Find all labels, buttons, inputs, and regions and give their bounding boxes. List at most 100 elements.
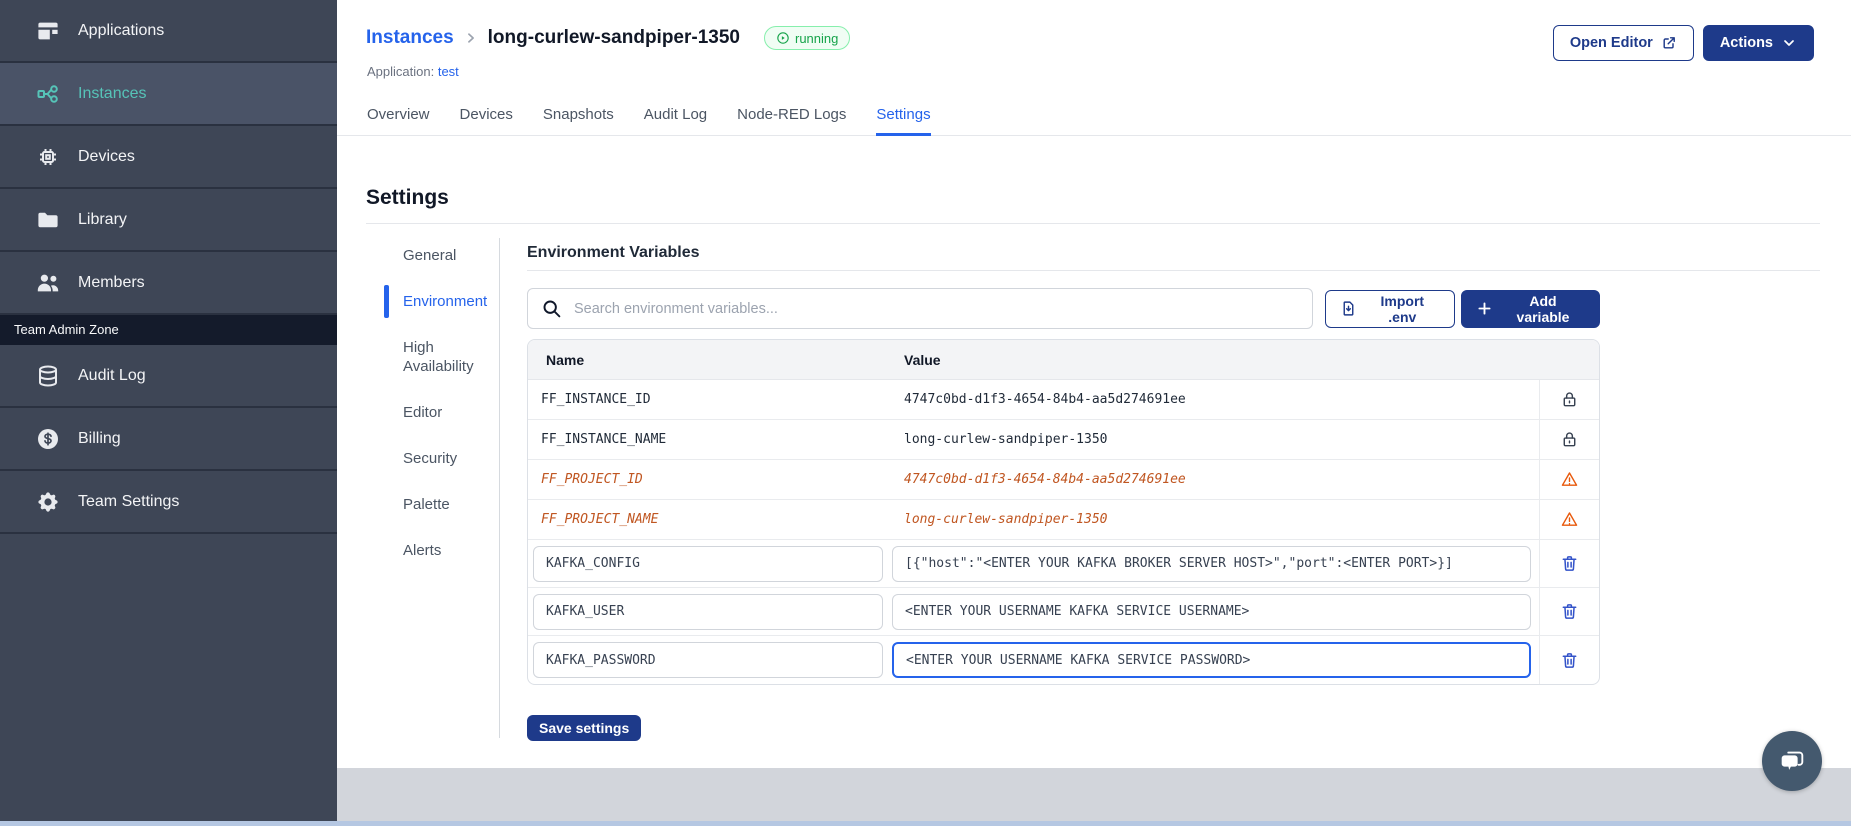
settings-nav: General Environment High Availability Ed… <box>384 246 496 587</box>
env-var-name: FF_INSTANCE_NAME <box>541 432 667 447</box>
settings-nav-palette[interactable]: Palette <box>384 495 496 514</box>
sidebar-item-devices[interactable]: Devices <box>0 126 337 189</box>
chevron-right-icon <box>464 31 478 45</box>
library-icon <box>36 208 60 232</box>
settings-divider <box>366 223 1820 224</box>
table-row: FF_INSTANCE_NAME long-curlew-sandpiper-1… <box>528 420 1599 460</box>
settings-nav-environment[interactable]: Environment <box>384 285 496 318</box>
breadcrumb: Instances long-curlew-sandpiper-1350 run… <box>366 26 851 50</box>
sidebar-item-library[interactable]: Library <box>0 189 337 252</box>
table-row <box>528 540 1599 588</box>
env-variables-table: Name Value FF_INSTANCE_ID 4747c0bd-d1f3-… <box>527 339 1600 685</box>
env-var-value: 4747c0bd-d1f3-4654-84b4-aa5d274691ee <box>904 472 1186 487</box>
sidebar-item-team-settings[interactable]: Team Settings <box>0 471 337 534</box>
search-icon <box>543 300 561 318</box>
env-var-value-input-focused[interactable] <box>892 642 1531 678</box>
sidebar-item-billing[interactable]: Billing <box>0 408 337 471</box>
header-actions: Open Editor Actions <box>1552 25 1814 61</box>
lock-icon <box>1563 392 1576 407</box>
tab-snapshots[interactable]: Snapshots <box>543 106 614 136</box>
breadcrumb-instances-link[interactable]: Instances <box>366 27 454 49</box>
billing-icon <box>36 427 60 451</box>
main-area: Instances long-curlew-sandpiper-1350 run… <box>337 0 1851 826</box>
chevron-down-icon <box>1784 40 1794 46</box>
env-var-name: FF_INSTANCE_ID <box>541 392 651 407</box>
team-settings-icon <box>36 490 60 514</box>
table-header: Name Value <box>528 340 1599 380</box>
tab-audit-log[interactable]: Audit Log <box>644 106 707 136</box>
tab-settings[interactable]: Settings <box>876 106 931 136</box>
table-row: FF_INSTANCE_ID 4747c0bd-d1f3-4654-84b4-a… <box>528 380 1599 420</box>
table-row: FF_PROJECT_ID 4747c0bd-d1f3-4654-84b4-aa… <box>528 460 1599 500</box>
env-var-name-input[interactable] <box>533 593 883 630</box>
play-circle-icon <box>777 32 789 44</box>
status-badge: running <box>764 26 851 50</box>
env-var-name-input[interactable] <box>533 642 883 678</box>
document-download-icon <box>1343 301 1354 316</box>
settings-nav-security[interactable]: Security <box>384 449 496 468</box>
table-row: FF_PROJECT_NAME long-curlew-sandpiper-13… <box>528 500 1599 540</box>
trash-icon[interactable] <box>1560 651 1579 670</box>
app-window: Applications Instances Devices Library M… <box>0 0 1851 826</box>
env-var-value: long-curlew-sandpiper-1350 <box>904 432 1108 447</box>
settings-nav-high-availability[interactable]: High Availability <box>384 338 496 376</box>
settings-nav-divider <box>499 238 500 738</box>
env-var-value-input[interactable] <box>892 593 1531 630</box>
chat-bubble-icon <box>1781 751 1804 770</box>
warning-icon <box>1561 472 1578 486</box>
actions-button[interactable]: Actions <box>1702 25 1814 61</box>
env-var-name: FF_PROJECT_ID <box>541 472 643 487</box>
save-settings-button[interactable]: Save settings <box>527 715 642 741</box>
sidebar-item-audit-log[interactable]: Audit Log <box>0 345 337 408</box>
sidebar-item-instances[interactable]: Instances <box>0 63 337 126</box>
search-box <box>527 288 1313 329</box>
tab-overview[interactable]: Overview <box>367 106 430 136</box>
instances-icon <box>36 82 60 106</box>
add-variable-label: Add variable <box>1516 292 1570 325</box>
tab-node-red-logs[interactable]: Node-RED Logs <box>737 106 846 136</box>
settings-nav-editor[interactable]: Editor <box>384 403 496 422</box>
window-bottom-edge <box>0 821 1851 826</box>
sidebar-item-label: Members <box>78 273 145 291</box>
sidebar-item-label: Applications <box>78 21 165 39</box>
external-link-icon <box>1663 37 1675 49</box>
chat-widget-button[interactable] <box>1762 731 1822 791</box>
add-variable-button[interactable]: Add variable <box>1461 289 1600 328</box>
trash-icon[interactable] <box>1560 554 1579 573</box>
team-admin-zone-header: Team Admin Zone <box>0 315 337 345</box>
section-title: Environment Variables <box>527 244 700 261</box>
env-controls: Import .env Add variable <box>527 288 1600 329</box>
application-label: Application: <box>367 64 435 79</box>
actions-label: Actions <box>1719 35 1773 51</box>
sidebar-item-label: Library <box>78 210 127 228</box>
environment-section: Environment Variables Import .env Add va… <box>527 244 1820 741</box>
sidebar-item-label: Devices <box>78 147 135 165</box>
open-editor-button[interactable]: Open Editor <box>1552 25 1694 61</box>
tab-devices[interactable]: Devices <box>460 106 513 136</box>
settings-nav-general[interactable]: General <box>384 246 496 265</box>
env-var-value: 4747c0bd-d1f3-4654-84b4-aa5d274691ee <box>904 392 1186 407</box>
page-title: Settings <box>366 186 449 209</box>
audit-log-icon <box>36 364 60 388</box>
table-row <box>528 636 1599 684</box>
application-link[interactable]: test <box>438 64 459 79</box>
warning-icon <box>1561 512 1578 526</box>
footer-band <box>337 768 1851 821</box>
import-env-button[interactable]: Import .env <box>1324 289 1456 328</box>
sidebar-item-label: Billing <box>78 429 121 447</box>
sidebar-item-label: Audit Log <box>78 366 146 384</box>
instance-name: long-curlew-sandpiper-1350 <box>487 27 740 48</box>
devices-icon <box>36 145 60 169</box>
env-var-name-input[interactable] <box>533 545 883 582</box>
env-var-value-input[interactable] <box>892 545 1531 582</box>
settings-nav-alerts[interactable]: Alerts <box>384 541 496 560</box>
env-var-name: FF_PROJECT_NAME <box>541 512 659 527</box>
column-header-name: Name <box>546 351 585 368</box>
trash-icon[interactable] <box>1560 602 1579 621</box>
lock-icon <box>1563 432 1576 447</box>
sidebar-item-members[interactable]: Members <box>0 252 337 315</box>
search-input[interactable] <box>527 288 1313 329</box>
sidebar-item-applications[interactable]: Applications <box>0 0 337 63</box>
env-var-value: long-curlew-sandpiper-1350 <box>904 512 1108 527</box>
import-env-label: Import .env <box>1380 292 1425 325</box>
